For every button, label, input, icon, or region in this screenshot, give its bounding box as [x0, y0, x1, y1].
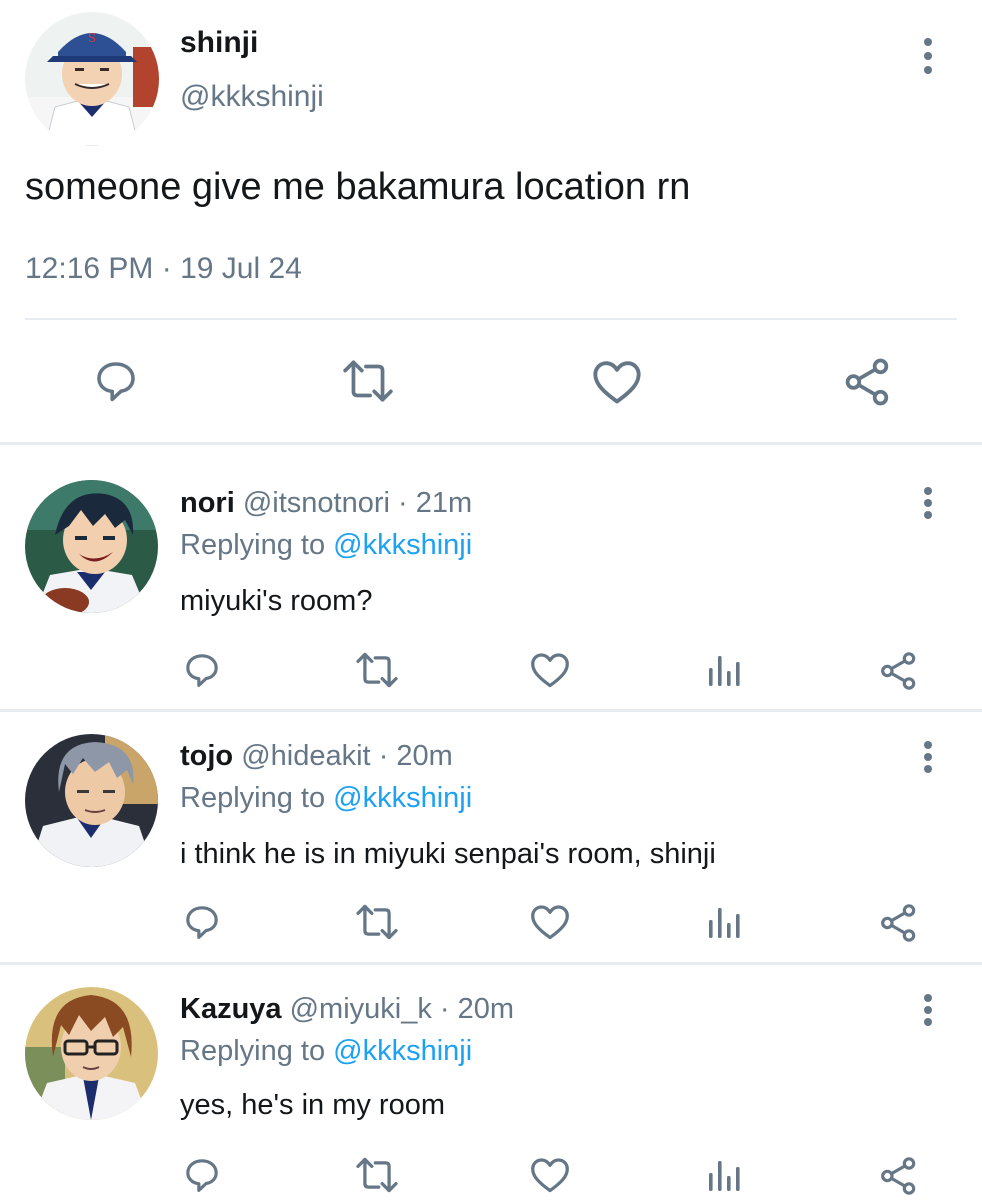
more-vertical-icon [924, 38, 932, 46]
reply-tweet[interactable]: tojo @hideakit · 20m Replying to @kkkshi… [0, 712, 982, 964]
avatar[interactable] [25, 480, 158, 613]
divider [25, 318, 957, 320]
share-button[interactable] [843, 357, 893, 407]
comment-icon [186, 906, 218, 939]
share-icon [881, 904, 916, 942]
more-options-button[interactable] [916, 994, 940, 1026]
mention-link[interactable]: @kkkshinji [333, 1035, 472, 1067]
retweet-button[interactable] [354, 651, 400, 689]
heart-icon [593, 361, 641, 404]
replying-to: Replying to @kkkshinji [180, 529, 472, 562]
analytics-button[interactable] [706, 905, 742, 941]
tweet-timestamp[interactable]: 12:16 PM · 19 Jul 24 [25, 252, 302, 286]
reply-time[interactable]: · 20m [379, 740, 453, 772]
comment-icon [97, 362, 135, 402]
author-name[interactable]: Kazuya [180, 993, 282, 1025]
analytics-button[interactable] [706, 1158, 742, 1194]
like-button[interactable] [529, 903, 571, 941]
author-name[interactable]: tojo [180, 740, 233, 772]
reply-time[interactable]: · 20m [440, 993, 514, 1025]
like-button[interactable] [529, 1156, 571, 1194]
mention-link[interactable]: @kkkshinji [333, 529, 472, 561]
share-button[interactable] [879, 903, 919, 943]
reply-time[interactable]: · 21m [398, 487, 472, 519]
retweet-icon [343, 360, 393, 402]
analytics-icon [709, 908, 740, 938]
like-button[interactable] [591, 358, 643, 406]
share-button[interactable] [879, 651, 919, 691]
mention-link[interactable]: @kkkshinji [333, 782, 472, 814]
reply-header: nori @itsnotnori · 21m [180, 487, 472, 520]
retweet-button[interactable] [354, 903, 400, 941]
retweet-icon [356, 904, 398, 940]
replying-label: Replying to [180, 529, 326, 561]
share-icon [845, 358, 889, 406]
analytics-icon [709, 656, 740, 686]
retweet-icon [356, 652, 398, 688]
comment-icon [186, 1159, 218, 1192]
replying-to: Replying to @kkkshinji [180, 782, 472, 815]
analytics-icon [709, 1161, 740, 1191]
more-vertical-icon [924, 487, 932, 495]
author-handle[interactable]: @kkkshinji [180, 80, 324, 114]
avatar[interactable] [25, 987, 158, 1120]
like-button[interactable] [529, 651, 571, 689]
replying-label: Replying to [180, 1035, 326, 1067]
author-handle[interactable]: @itsnotnori [243, 487, 390, 519]
analytics-button[interactable] [706, 653, 742, 689]
reply-tweet[interactable]: Kazuya @miyuki_k · 20m Replying to @kkks… [0, 965, 982, 1200]
share-icon [881, 1157, 916, 1195]
replying-label: Replying to [180, 782, 326, 814]
reply-button[interactable] [182, 1155, 222, 1195]
reply-header: tojo @hideakit · 20m [180, 740, 453, 773]
more-options-button[interactable] [916, 487, 940, 519]
reply-header: Kazuya @miyuki_k · 20m [180, 993, 514, 1026]
reply-button[interactable] [182, 650, 222, 690]
more-options-button[interactable] [916, 741, 940, 773]
more-vertical-icon [924, 994, 932, 1002]
more-options-button[interactable] [916, 38, 940, 74]
more-vertical-icon [924, 741, 932, 749]
reply-text: i think he is in miyuki senpai's room, s… [180, 838, 716, 870]
author-name[interactable]: nori [180, 487, 235, 519]
avatar[interactable]: S [25, 12, 159, 146]
heart-icon [531, 653, 569, 688]
reply-text: miyuki's room? [180, 585, 373, 617]
reply-tweet[interactable]: nori @itsnotnori · 21m Replying to @kkks… [0, 445, 982, 710]
svg-text:S: S [88, 31, 96, 45]
retweet-button[interactable] [341, 358, 395, 404]
avatar[interactable] [25, 734, 158, 867]
reply-button[interactable] [182, 902, 222, 942]
main-tweet: S shinji @kkkshinji someone give me baka… [0, 0, 982, 445]
retweet-button[interactable] [354, 1156, 400, 1194]
author-name[interactable]: shinji [180, 26, 258, 60]
author-handle[interactable]: @hideakit [241, 740, 370, 772]
retweet-icon [356, 1157, 398, 1193]
tweet-text: someone give me bakamura location rn [25, 166, 691, 208]
reply-text: yes, he's in my room [180, 1089, 446, 1121]
heart-icon [531, 905, 569, 940]
share-button[interactable] [879, 1156, 919, 1196]
comment-icon [186, 654, 218, 687]
heart-icon [531, 1158, 569, 1193]
reply-button[interactable] [92, 357, 140, 405]
share-icon [881, 652, 916, 690]
author-handle[interactable]: @miyuki_k [290, 993, 432, 1025]
replying-to: Replying to @kkkshinji [180, 1035, 472, 1068]
